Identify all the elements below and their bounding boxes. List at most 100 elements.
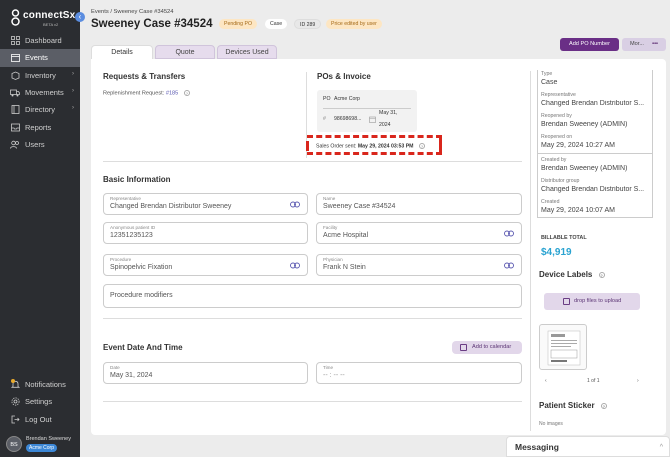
- tab-details[interactable]: Details: [91, 45, 153, 59]
- name-field[interactable]: Name Sweeney Case #34524: [316, 193, 522, 215]
- logout-icon: [10, 414, 20, 424]
- users-icon: [10, 139, 20, 149]
- field-placeholder: Procedure modifiers: [110, 292, 173, 299]
- patient-id-field[interactable]: Anonymous patient ID 12351235123: [103, 222, 308, 244]
- collapse-sidebar-button[interactable]: ‹: [75, 12, 85, 22]
- pager-next-button[interactable]: ›: [637, 378, 639, 384]
- link-icon[interactable]: [290, 201, 300, 208]
- org-badge: Acme Corp: [26, 444, 58, 452]
- sidebar-item-inventory[interactable]: Inventory ›: [0, 67, 80, 84]
- tab-quote[interactable]: Quote: [155, 45, 215, 59]
- po-vendor: Acme Corp: [334, 96, 360, 102]
- representative-field[interactable]: Representative Changed Brendan Distribut…: [103, 193, 308, 215]
- section-divider: [103, 318, 522, 319]
- field-label: Facility: [323, 225, 338, 230]
- sales-order-label: Sales Order sent:: [316, 143, 357, 150]
- sidebar-item-reports[interactable]: Reports: [0, 118, 80, 135]
- po-date-line2: 2024: [379, 122, 391, 128]
- more-button[interactable]: Mor... •••: [622, 38, 666, 51]
- reopen-info-box: [537, 70, 653, 154]
- sidebar-item-settings[interactable]: Settings: [0, 393, 80, 410]
- no-images-text: No images: [539, 421, 563, 427]
- box-icon: [10, 70, 20, 80]
- sidebar-item-label: Events: [25, 53, 48, 63]
- device-label-thumbnail[interactable]: [539, 324, 587, 370]
- physician-field[interactable]: Physician Frank N Stein: [316, 254, 522, 276]
- add-po-number-button[interactable]: Add PO Number: [560, 38, 619, 51]
- chevron-right-icon: ›: [72, 105, 74, 112]
- link-icon[interactable]: [504, 230, 514, 237]
- sidebar-item-dashboard[interactable]: Dashboard: [0, 32, 80, 49]
- logo-mark-icon: [11, 9, 20, 26]
- info-icon[interactable]: ?: [598, 271, 605, 278]
- chevron-up-icon[interactable]: ^: [660, 437, 663, 457]
- drop-files-label: drop files to upload: [574, 298, 622, 304]
- logo-text: connectSx: [23, 10, 76, 21]
- requests-transfers-title: Requests & Transfers: [103, 72, 186, 81]
- sidebar-item-users[interactable]: Users: [0, 136, 80, 153]
- sidebar-item-label: Users: [25, 139, 45, 149]
- sidebar-item-label: Inventory: [25, 70, 56, 80]
- chevron-right-icon: ›: [72, 87, 74, 94]
- sidebar-item-notifications[interactable]: Notifications: [0, 376, 80, 393]
- sales-order-sent: Sales Order sent: May 29, 2024 03:53 PM …: [316, 143, 425, 149]
- breadcrumb[interactable]: Events / Sweeney Case #34524: [91, 9, 174, 15]
- field-label: Name: [323, 196, 336, 201]
- drop-files-upload[interactable]: drop files to upload: [544, 293, 640, 310]
- user-name: Brendan Sweeney: [26, 436, 71, 442]
- patient-sticker-title: Patient Sticker ?: [539, 401, 607, 410]
- info-icon[interactable]: ?: [600, 402, 607, 409]
- annotation-edge: [306, 141, 309, 151]
- calendar-plus-icon: [460, 344, 467, 351]
- calendar-icon: [369, 116, 376, 125]
- add-to-calendar-button[interactable]: Add to calendar: [452, 341, 522, 354]
- grid-icon: [10, 36, 20, 46]
- procedure-field[interactable]: Procedure Spinopelvic Fixation: [103, 254, 308, 276]
- type-badge: Case: [265, 19, 288, 29]
- app-logo[interactable]: connectSx BETA v2: [7, 8, 77, 27]
- field-label: Physician: [323, 257, 343, 262]
- logo-subtext: BETA v2: [43, 22, 59, 27]
- replenishment-label: Replenishment Request:: [103, 90, 165, 97]
- sidebar-item-directory[interactable]: Directory ›: [0, 101, 80, 118]
- sidebar-item-label: Movements: [25, 88, 64, 98]
- inbox-icon: [10, 122, 20, 132]
- date-field[interactable]: Date May 31, 2024: [103, 362, 308, 384]
- truck-icon: [10, 88, 20, 98]
- more-button-label: Mor...: [630, 41, 644, 47]
- messaging-title: Messaging: [515, 442, 559, 452]
- avatar: BS: [6, 436, 22, 452]
- status-badge: Pending PO: [219, 19, 257, 29]
- pager-prev-button[interactable]: ‹: [545, 378, 547, 384]
- basic-information-title: Basic Information: [103, 175, 171, 184]
- sidebar-item-label: Log Out: [25, 414, 52, 424]
- field-label: Procedure: [110, 257, 132, 262]
- field-label: Date: [110, 365, 120, 370]
- messaging-panel[interactable]: Messaging ^: [506, 436, 670, 457]
- field-value: Acme Hospital: [323, 232, 369, 239]
- notification-dot: [11, 379, 15, 383]
- link-icon[interactable]: [504, 262, 514, 269]
- link-icon[interactable]: [290, 262, 300, 269]
- info-icon[interactable]: ?: [418, 143, 425, 149]
- tab-devices-used[interactable]: Devices Used: [217, 45, 277, 59]
- sidebar: connectSx BETA v2 Dashboard Events Inven…: [0, 0, 80, 457]
- po-label: PO: [323, 96, 331, 102]
- sidebar-item-label: Directory: [25, 105, 56, 115]
- user-profile[interactable]: BS Brendan Sweeney Acme Corp: [4, 434, 80, 454]
- sidebar-item-logout[interactable]: Log Out: [0, 411, 80, 428]
- sidebar-item-label: Dashboard: [25, 36, 62, 46]
- price-edited-badge: Price edited by user: [326, 19, 382, 29]
- replenishment-link[interactable]: #185: [166, 90, 178, 96]
- time-field[interactable]: Time -- : -- --: [316, 362, 522, 384]
- info-icon[interactable]: ?: [183, 90, 190, 96]
- sidebar-item-events[interactable]: Events: [0, 49, 80, 67]
- sidebar-item-movements[interactable]: Movements ›: [0, 84, 80, 101]
- hash-icon: #: [323, 116, 326, 122]
- field-value: Frank N Stein: [323, 264, 366, 271]
- sidebar-item-label: Notifications: [25, 380, 66, 390]
- procedure-modifiers-field[interactable]: Procedure modifiers: [103, 284, 522, 308]
- device-labels-title: Device Labels ?: [539, 270, 605, 279]
- po-card[interactable]: PO Acme Corp # 98698698... May 31, 2024: [317, 90, 417, 132]
- facility-field[interactable]: Facility Acme Hospital: [316, 222, 522, 244]
